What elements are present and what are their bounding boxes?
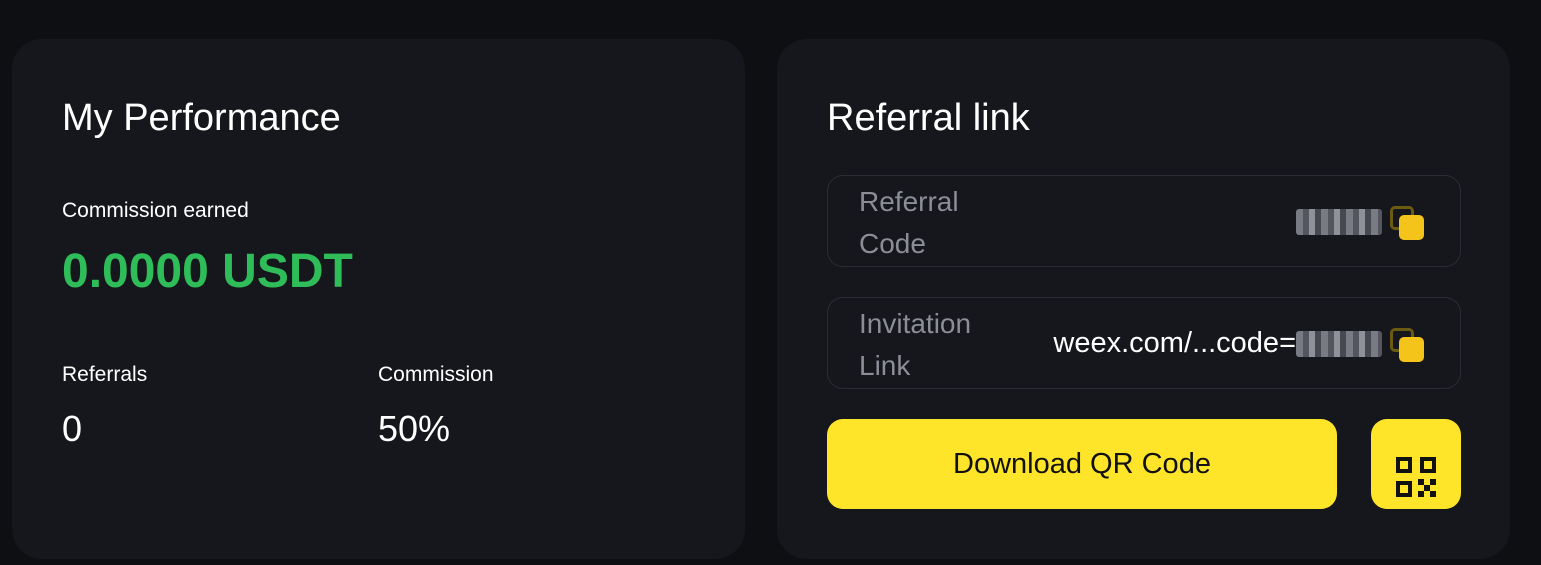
invitation-link-value: weex.com/...code= [1053,325,1382,361]
copy-icon[interactable] [1390,206,1426,242]
referral-code-field: Referral Code [827,175,1461,267]
invitation-link-label: Invitation Link [859,308,972,381]
referral-code-value [1296,203,1382,239]
referrals-label: Referrals [62,363,148,386]
commission-earned-label: Commission earned [62,199,249,222]
performance-card: My Performance Commission earned 0.0000 … [12,39,745,559]
copy-icon-front [1399,337,1424,362]
copy-icon-front [1399,215,1424,240]
referral-title: Referral link [827,97,1030,139]
qr-code-icon [1396,456,1436,497]
download-qr-code-button[interactable]: Download QR Code [827,419,1337,509]
commission-rate-value: 50% [378,408,451,449]
redacted-code [1296,331,1382,358]
invitation-link-field: Invitation Link weex.com/...code= [827,297,1461,389]
copy-icon[interactable] [1390,328,1426,364]
qr-code-button[interactable] [1371,419,1461,509]
referral-code-label: Referral Code [859,186,959,259]
redacted-code [1296,209,1382,236]
commission-rate-label: Commission [378,363,494,386]
referral-card: Referral link Referral Code Invitation L… [777,39,1510,559]
commission-earned-value: 0.0000 USDT [62,245,353,298]
invitation-link-text: weex.com/...code= [1053,327,1296,359]
performance-title: My Performance [62,97,341,139]
referrals-value: 0 [62,408,83,449]
